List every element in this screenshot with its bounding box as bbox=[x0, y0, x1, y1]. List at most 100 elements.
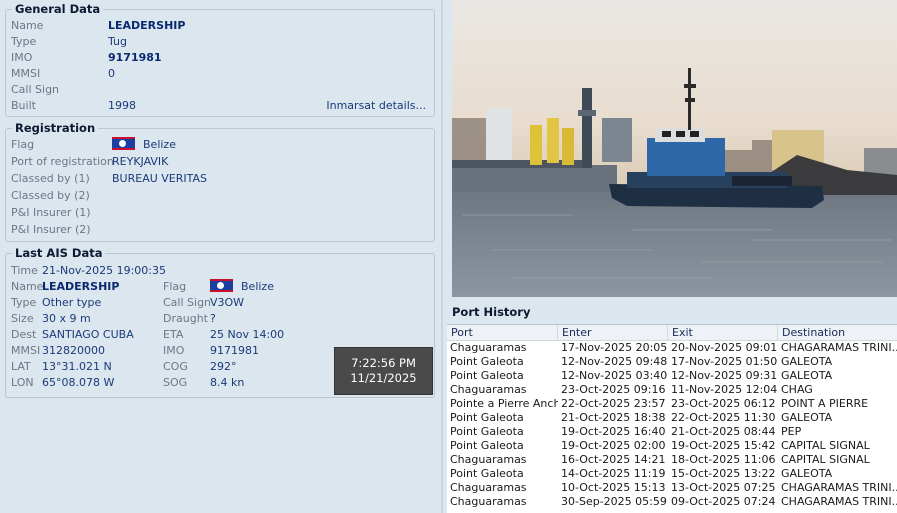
general-callsign-label: Call Sign bbox=[11, 83, 60, 96]
exit-cell: 21-Oct-2025 08:44 bbox=[671, 425, 776, 438]
column-header-port[interactable]: Port bbox=[447, 325, 558, 341]
destination-cell: CHAG bbox=[781, 383, 813, 396]
enter-cell: 21-Oct-2025 18:38 bbox=[561, 411, 666, 424]
table-row[interactable]: Chaguaramas 17-Nov-2025 20:05 20-Nov-2025 … bbox=[447, 341, 897, 355]
registration-class2-label: Classed by (2) bbox=[11, 189, 90, 202]
registration-flag-label: Flag bbox=[11, 138, 35, 151]
destination-cell: CHAGARAMAS TRINI... bbox=[781, 341, 897, 354]
port-cell: Point Galeota bbox=[450, 355, 524, 368]
port-cell: Point Galeota bbox=[450, 369, 524, 382]
ais-type-label: Type bbox=[11, 296, 37, 309]
ais-draught-label: Draught bbox=[163, 312, 208, 325]
exit-cell: 18-Oct-2025 11:06 bbox=[671, 453, 776, 466]
ais-size-value: 30 x 9 m bbox=[42, 312, 91, 325]
vessel-photo bbox=[452, 0, 897, 297]
table-row[interactable]: Chaguaramas 10-Oct-2025 15:13 13-Oct-2025 … bbox=[447, 481, 897, 495]
general-mmsi-label: MMSI bbox=[11, 67, 41, 80]
table-row[interactable]: Point Galeota 12-Nov-2025 03:40 12-Nov-202… bbox=[447, 369, 897, 383]
enter-cell: 17-Nov-2025 20:05 bbox=[561, 341, 668, 354]
ais-row-3: Size 30 x 9 m Draught ? bbox=[11, 311, 431, 327]
destination-cell: CHAGARAMAS TRINI... bbox=[781, 481, 897, 494]
ais-cog-label: COG bbox=[163, 360, 188, 373]
exit-cell: 11-Nov-2025 12:04 bbox=[671, 383, 778, 396]
enter-cell: 10-Oct-2025 15:13 bbox=[561, 481, 666, 494]
ais-mmsi-label: MMSI bbox=[11, 344, 41, 357]
column-header-enter[interactable]: Enter bbox=[558, 325, 668, 341]
ais-size-label: Size bbox=[11, 312, 34, 325]
port-cell: Point Galeota bbox=[450, 467, 524, 480]
exit-cell: 13-Oct-2025 07:25 bbox=[671, 481, 776, 494]
ais-dest-value: SANTIAGO CUBA bbox=[42, 328, 134, 341]
registration-class1-label: Classed by (1) bbox=[11, 172, 90, 185]
enter-cell: 23-Oct-2025 09:16 bbox=[561, 383, 666, 396]
table-row[interactable]: Point Galeota 12-Nov-2025 09:48 17-Nov-202… bbox=[447, 355, 897, 369]
registration-flag-value: Belize bbox=[112, 137, 176, 153]
port-cell: Chaguaramas bbox=[450, 495, 527, 508]
general-name-value: LEADERSHIP bbox=[108, 19, 186, 32]
exit-cell: 09-Oct-2025 07:24 bbox=[671, 495, 776, 508]
clock-panel: 7:22:56 PM 11/21/2025 bbox=[334, 347, 433, 395]
ais-eta-label: ETA bbox=[163, 328, 184, 341]
table-row[interactable]: Point Galeota 19-Oct-2025 16:40 21-Oct-202… bbox=[447, 425, 897, 439]
port-cell: Point Galeota bbox=[450, 411, 524, 424]
ais-flag-value: Belize bbox=[210, 279, 274, 295]
registration-legend: Registration bbox=[12, 121, 99, 135]
ais-time-label: Time bbox=[11, 264, 38, 277]
general-type-label: Type bbox=[11, 35, 37, 48]
inmarsat-details-link[interactable]: Inmarsat details... bbox=[326, 98, 426, 114]
ais-name-label: Name bbox=[11, 280, 44, 293]
ais-eta-value: 25 Nov 14:00 bbox=[210, 328, 285, 341]
ais-dest-label: Dest bbox=[11, 328, 37, 341]
ais-sog-label: SOG bbox=[163, 376, 188, 389]
enter-cell: 30-Sep-2025 05:59 bbox=[561, 495, 667, 508]
exit-cell: 19-Oct-2025 15:42 bbox=[671, 439, 776, 452]
enter-cell: 22-Oct-2025 23:57 bbox=[561, 397, 666, 410]
destination-cell: GALEOTA bbox=[781, 411, 833, 424]
ais-name-value: LEADERSHIP bbox=[42, 280, 120, 293]
table-row[interactable]: Chaguaramas 30-Sep-2025 05:59 09-Oct-2025 … bbox=[447, 495, 897, 509]
registration-pi2-label: P&I Insurer (2) bbox=[11, 223, 91, 236]
port-cell: Pointe a Pierre Anch. bbox=[450, 397, 558, 410]
ais-lat-value: 13°31.021 N bbox=[42, 360, 112, 373]
ais-sog-value: 8.4 kn bbox=[210, 376, 245, 389]
enter-cell: 14-Oct-2025 11:19 bbox=[561, 467, 666, 480]
column-header-destination[interactable]: Destination bbox=[778, 325, 897, 341]
belize-flag-icon bbox=[112, 137, 135, 150]
ais-callsign-label: Call Sign bbox=[163, 296, 212, 309]
panel-splitter[interactable] bbox=[441, 0, 443, 513]
table-row[interactable]: Chaguaramas 23-Oct-2025 09:16 11-Nov-2025 … bbox=[447, 383, 897, 397]
destination-cell: GALEOTA bbox=[781, 369, 833, 382]
destination-cell: CHAGARAMAS TRINI... bbox=[781, 495, 897, 508]
enter-cell: 19-Oct-2025 02:00 bbox=[561, 439, 666, 452]
ais-type-value: Other type bbox=[42, 296, 102, 309]
ais-row-1: Name LEADERSHIP Flag Belize bbox=[11, 279, 431, 295]
table-row[interactable]: Point Galeota 21-Oct-2025 18:38 22-Oct-202… bbox=[447, 411, 897, 425]
general-imo-value: 9171981 bbox=[108, 51, 162, 64]
table-row[interactable]: Chaguaramas 16-Oct-2025 14:21 18-Oct-2025 … bbox=[447, 453, 897, 467]
table-row[interactable]: Point Galeota 19-Oct-2025 02:00 19-Oct-202… bbox=[447, 439, 897, 453]
enter-cell: 12-Nov-2025 09:48 bbox=[561, 355, 668, 368]
destination-cell: PEP bbox=[781, 425, 802, 438]
general-mmsi-value: 0 bbox=[108, 67, 115, 80]
ais-imo-label: IMO bbox=[163, 344, 185, 357]
port-cell: Chaguaramas bbox=[450, 341, 527, 354]
port-cell: Chaguaramas bbox=[450, 453, 527, 466]
port-history-header: Port Enter Exit Destination bbox=[447, 325, 897, 341]
destination-cell: POINT A PIERRE bbox=[781, 397, 869, 410]
ais-lat-label: LAT bbox=[11, 360, 31, 373]
registration-flag-text: Belize bbox=[143, 138, 176, 151]
destination-cell: CAPITAL SIGNAL bbox=[781, 439, 870, 452]
table-row[interactable]: Point Galeota 14-Oct-2025 11:19 15-Oct-202… bbox=[447, 467, 897, 481]
ais-flag-text: Belize bbox=[241, 280, 274, 293]
registration-pi1-label: P&I Insurer (1) bbox=[11, 206, 91, 219]
general-data-group: General Data Name LEADERSHIP Type Tug IM… bbox=[5, 2, 435, 117]
ais-draught-value: ? bbox=[210, 312, 216, 325]
general-imo-label: IMO bbox=[11, 51, 33, 64]
port-history-table[interactable]: Port Enter Exit Destination Chaguaramas 1… bbox=[447, 324, 897, 513]
registration-group: Registration Flag Belize Port of registr… bbox=[5, 121, 435, 242]
table-row[interactable]: Pointe a Pierre Anch. 22-Oct-2025 23:57 23… bbox=[447, 397, 897, 411]
column-header-exit[interactable]: Exit bbox=[668, 325, 778, 341]
port-history-group-border bbox=[447, 312, 897, 313]
exit-cell: 12-Nov-2025 09:31 bbox=[671, 369, 778, 382]
destination-cell: GALEOTA bbox=[781, 467, 833, 480]
